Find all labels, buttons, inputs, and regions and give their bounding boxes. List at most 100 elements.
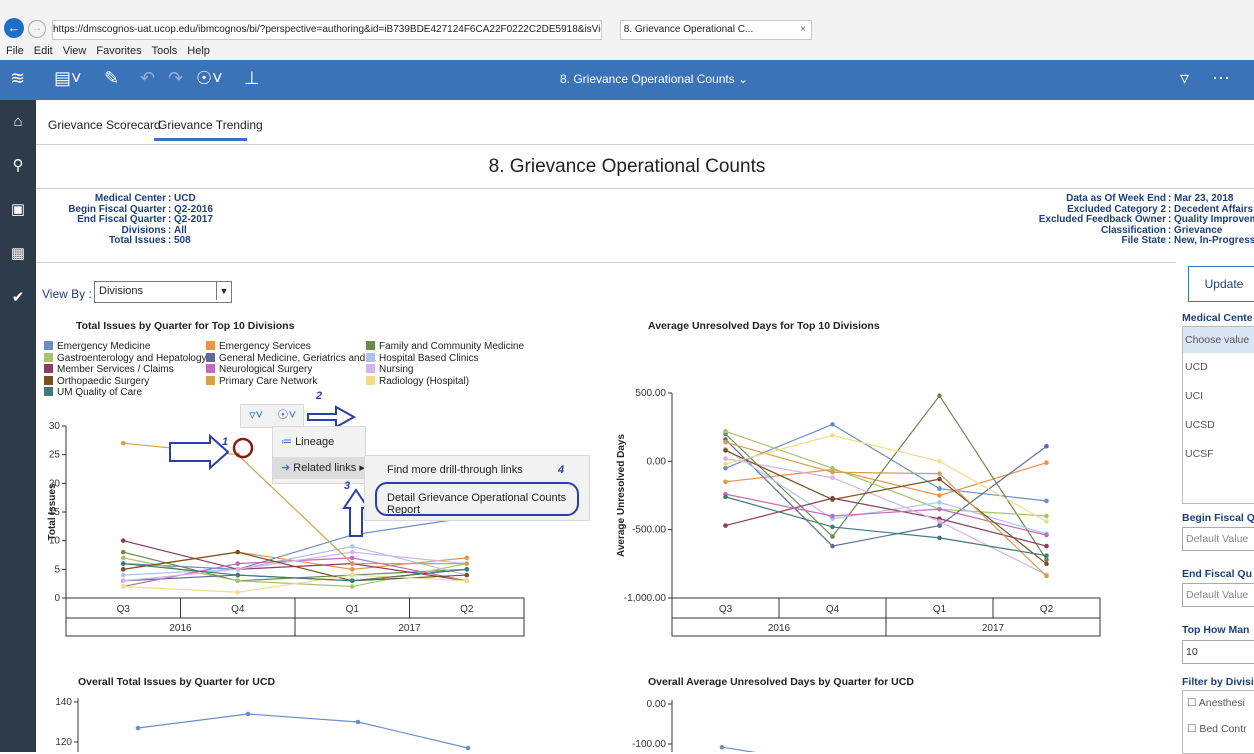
filter-by-division-list: ☐ Anesthesi ☐ Bed Contr xyxy=(1182,690,1254,754)
list-item[interactable]: UCSF xyxy=(1183,440,1254,469)
y-axis-label: Total Issues xyxy=(47,483,58,540)
data-point xyxy=(937,393,942,399)
data-point xyxy=(830,475,835,481)
end-fiscal-quarter-input[interactable]: Default Value xyxy=(1182,583,1254,607)
list-item[interactable]: UCI xyxy=(1183,382,1254,411)
list-item[interactable]: UCD xyxy=(1183,353,1254,382)
x-year-label: 2017 xyxy=(982,623,1005,634)
data-point xyxy=(937,471,942,476)
y-tick-label: 120 xyxy=(55,737,72,748)
data-point xyxy=(723,456,728,461)
filter-icon[interactable]: ▿ xyxy=(1180,68,1189,89)
x-tick-label: Q2 xyxy=(460,604,474,615)
param-value: New, In-Progress, C xyxy=(1174,235,1254,246)
annotation-highlight-circle xyxy=(232,437,254,459)
data-point xyxy=(1044,557,1049,563)
y-axis-label: Average Unresolved Days xyxy=(616,434,627,557)
x-year-label: 2017 xyxy=(398,623,421,634)
data-point xyxy=(349,578,355,584)
data-point xyxy=(235,549,241,555)
data-point xyxy=(1044,553,1049,558)
data-point xyxy=(1044,498,1049,504)
filter-checkbox-item[interactable]: ☐ Bed Contr xyxy=(1187,723,1247,735)
data-point xyxy=(830,469,835,475)
data-point xyxy=(465,745,471,751)
data-point xyxy=(830,497,835,502)
data-point xyxy=(937,519,942,524)
y-tick-label: 0 xyxy=(54,593,60,604)
update-button[interactable]: Update xyxy=(1188,266,1254,302)
annotation-number: 4 xyxy=(558,464,565,476)
data-point xyxy=(120,567,126,572)
data-point xyxy=(464,567,470,572)
data-point xyxy=(830,422,835,427)
drill-icon[interactable]: ☉˅ xyxy=(277,407,296,423)
data-point xyxy=(830,513,835,519)
data-point xyxy=(120,561,126,566)
x-tick-label: Q1 xyxy=(346,604,360,615)
data-point xyxy=(723,479,728,485)
data-point xyxy=(723,448,728,453)
data-point xyxy=(830,524,835,530)
series-line xyxy=(725,430,1047,517)
series-line xyxy=(725,441,1047,577)
filter-checkbox-item[interactable]: ☐ Anesthesi xyxy=(1187,697,1245,709)
related-links-submenu: Find more drill-through links Detail Gri… xyxy=(364,455,590,521)
x-year-label: 2016 xyxy=(768,623,791,634)
data-point xyxy=(235,572,241,578)
data-point xyxy=(349,549,355,555)
params-values-right: Mar 23, 2018 Decedent Affairs Quality Impr… xyxy=(1174,194,1254,247)
series-line xyxy=(137,713,469,749)
data-point xyxy=(120,578,126,584)
data-point xyxy=(135,725,141,731)
annotation-number: 2 xyxy=(316,390,323,402)
series-line xyxy=(725,493,1047,536)
filter-icon[interactable]: ▿˅ xyxy=(249,407,263,423)
end-fiscal-quarter-label: End Fiscal Qu xyxy=(1182,568,1253,580)
x-tick-label: Q2 xyxy=(1040,604,1054,615)
filter-option-label: Bed Contr xyxy=(1199,723,1247,735)
related-links-label: Related links xyxy=(293,462,357,474)
x-tick-label: Q1 xyxy=(933,604,947,615)
param-value: Quality Improveme xyxy=(1174,214,1254,225)
data-point xyxy=(120,549,126,555)
data-point xyxy=(719,744,725,750)
y-tick-label: 30 xyxy=(49,421,61,432)
data-point xyxy=(120,440,126,446)
series-line xyxy=(721,746,757,752)
data-point xyxy=(937,459,942,464)
data-point xyxy=(235,589,241,595)
y-tick-label: 0.00 xyxy=(647,456,667,467)
top-how-many-input[interactable]: 10 xyxy=(1182,640,1254,664)
data-point xyxy=(120,555,126,561)
data-point xyxy=(830,543,835,549)
x-tick-label: Q3 xyxy=(719,604,733,615)
data-point xyxy=(1044,513,1049,519)
annotation-number: 3 xyxy=(344,480,351,492)
medical-center-choose[interactable]: Choose value xyxy=(1183,327,1254,353)
data-point xyxy=(1044,573,1049,579)
data-point xyxy=(1044,561,1049,567)
data-point xyxy=(1044,543,1049,549)
data-point xyxy=(937,523,942,528)
data-point xyxy=(937,476,942,482)
y-tick-label: 5 xyxy=(54,564,60,575)
more-icon[interactable]: ⋯ xyxy=(1212,68,1230,89)
filter-by-division-label: Filter by Divisi xyxy=(1182,676,1254,688)
begin-fiscal-quarter-label: Begin Fiscal Q xyxy=(1182,512,1254,524)
medical-center-list[interactable]: Choose value UCD UCI UCSD UCSF xyxy=(1182,326,1254,504)
begin-fiscal-quarter-input[interactable]: Default Value xyxy=(1182,527,1254,551)
data-point xyxy=(830,433,835,438)
find-more-drill-through-link[interactable]: Find more drill-through links xyxy=(387,464,523,476)
y-tick-label: -100.00 xyxy=(632,739,666,750)
charts-canvas: 051015202530Total IssuesQ3 Q4 Q1 Q22016 2017… xyxy=(47,388,1101,752)
data-point xyxy=(723,461,728,467)
related-links-item[interactable]: ➜ Related links ▸ xyxy=(273,457,365,479)
annotation-number: 1 xyxy=(222,436,229,448)
data-point xyxy=(937,486,942,491)
y-tick-label: 25 xyxy=(49,450,61,461)
list-item[interactable]: UCSD xyxy=(1183,411,1254,440)
data-point xyxy=(349,561,355,566)
x-year-label: 2016 xyxy=(169,623,192,634)
lineage-item[interactable]: ≔ Lineage xyxy=(281,435,334,448)
